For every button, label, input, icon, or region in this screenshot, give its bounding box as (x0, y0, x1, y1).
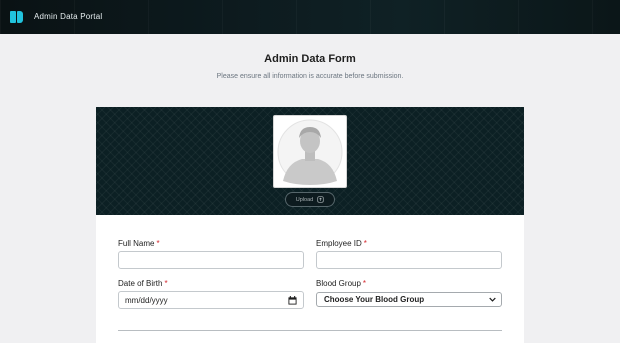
user-placeholder-icon (277, 119, 343, 185)
page-title: Admin Data Form (264, 53, 356, 65)
required-asterisk: * (164, 279, 168, 288)
full-name-label: Full Name * (118, 239, 160, 248)
blood-group-selected-value: Choose Your Blood Group (324, 295, 425, 304)
employee-id-label-text: Employee ID (316, 239, 362, 248)
calendar-icon[interactable] (288, 295, 297, 305)
brand-logo-icon[interactable] (10, 11, 24, 23)
dob-label-text: Date of Birth (118, 279, 163, 288)
required-asterisk: * (363, 239, 367, 248)
section-divider (118, 330, 502, 331)
page-subtitle: Please ensure all information is accurat… (216, 73, 404, 80)
required-asterisk: * (156, 239, 160, 248)
upload-button-label: Upload (295, 196, 314, 203)
chevron-down-icon (489, 297, 496, 302)
top-navbar: Admin Data Portal (0, 0, 620, 34)
avatar-frame (273, 115, 347, 188)
profile-banner: Upload (96, 107, 524, 215)
full-name-label-text: Full Name (118, 239, 155, 248)
dob-placeholder: mm/dd/yyyy (125, 295, 168, 305)
upload-icon (317, 196, 324, 203)
dob-input[interactable]: mm/dd/yyyy (118, 291, 304, 309)
full-name-input[interactable] (118, 251, 304, 269)
app-title: Admin Data Portal (34, 12, 103, 21)
employee-id-label: Employee ID * (316, 239, 367, 248)
upload-button[interactable]: Upload (285, 192, 335, 207)
form-card: Full Name * Employee ID * Date of Birth * m… (96, 215, 524, 343)
blood-group-label: Blood Group * (316, 279, 366, 288)
blood-group-label-text: Blood Group (316, 279, 361, 288)
dob-label: Date of Birth * (118, 279, 168, 288)
employee-id-input[interactable] (316, 251, 502, 269)
blood-group-select[interactable]: Choose Your Blood Group (316, 292, 502, 307)
required-asterisk: * (362, 279, 367, 288)
